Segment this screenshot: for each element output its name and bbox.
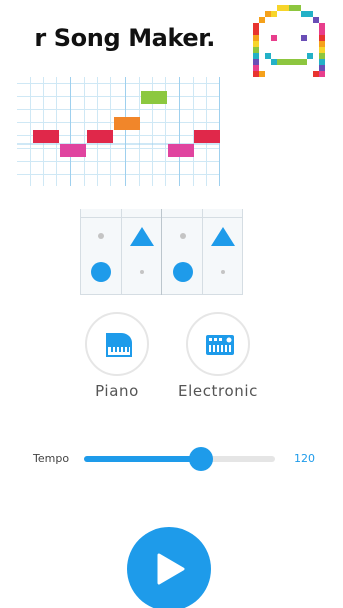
rhythm-grid[interactable] [80,209,243,295]
melody-note[interactable] [60,144,86,157]
snare-triangle-icon [129,227,154,246]
rhythm-cell[interactable] [162,218,203,254]
rhythm-cell[interactable] [203,254,243,290]
empty-step-dot [221,270,225,274]
melody-note[interactable] [33,130,59,143]
electronic-button[interactable] [186,312,250,376]
rhythm-cell[interactable] [80,218,121,254]
tempo-slider[interactable] [84,447,275,471]
synth-icon [206,335,234,355]
melody-note[interactable] [168,144,194,157]
kick-circle-icon [90,262,111,282]
tempo-label: Tempo [33,452,70,465]
piano-button[interactable] [85,312,149,376]
instrument-piano[interactable]: Piano [67,312,167,400]
instrument-label: Electronic [178,382,258,400]
tempo-value: 120 [294,452,315,465]
melody-grid[interactable] [17,77,220,186]
melody-note[interactable] [141,91,167,104]
rhythm-cell[interactable] [203,218,243,254]
tempo-slider-thumb[interactable] [188,447,213,471]
rhythm-cell[interactable] [80,254,121,290]
smiley-pixel-icon[interactable] [247,5,333,87]
snare-triangle-icon [211,227,235,246]
empty-step-dot [139,270,144,274]
rhythm-cell[interactable] [121,254,162,290]
melody-note[interactable] [114,117,140,130]
kick-circle-icon [172,262,193,282]
empty-step-dot [179,233,186,239]
rhythm-cell[interactable] [162,254,203,290]
rhythm-cell[interactable] [121,218,162,254]
melody-note[interactable] [194,130,220,143]
melody-note[interactable] [87,130,113,143]
tempo-slider-fill [84,456,201,462]
empty-step-dot [97,233,104,239]
play-icon [157,553,185,585]
piano-icon [106,333,132,357]
play-button[interactable] [127,527,211,608]
instrument-label: Piano [95,382,139,400]
instrument-electronic[interactable]: Electronic [168,312,268,400]
page-title: r Song Maker. [34,24,215,52]
